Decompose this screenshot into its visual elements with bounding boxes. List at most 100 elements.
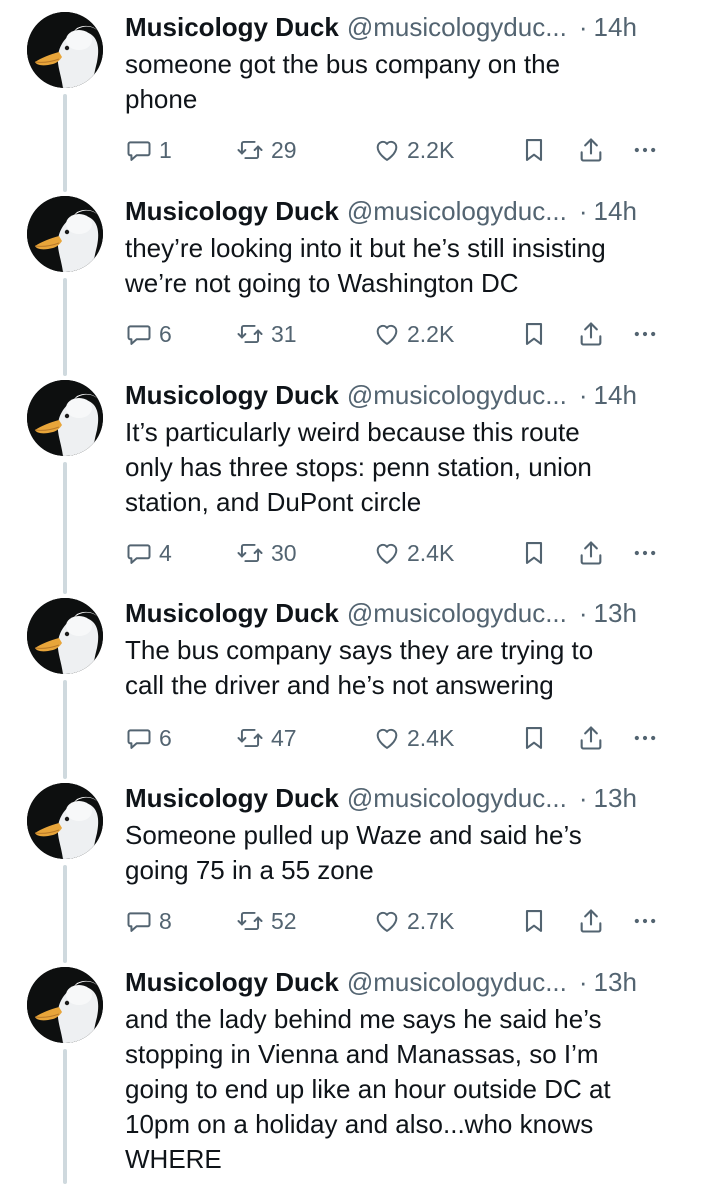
reply-icon (125, 724, 153, 752)
retweet-button[interactable]: 30 (235, 535, 297, 571)
reply-icon (125, 907, 153, 935)
tweet[interactable]: Musicology Duck @musicologyduc... · 14h … (0, 184, 701, 376)
author-name[interactable]: Musicology Duck (125, 965, 339, 999)
retweet-button[interactable]: 47 (235, 720, 297, 756)
like-count: 2.2K (407, 136, 455, 163)
separator-dot: · (578, 380, 588, 410)
more-button[interactable] (631, 316, 659, 352)
reply-icon (125, 539, 153, 567)
tweet-header: Musicology Duck @musicologyduc... · 14h (125, 10, 685, 44)
timestamp[interactable]: 14h (594, 378, 637, 412)
share-icon (577, 539, 605, 567)
tweet-content: Musicology Duck @musicologyduc... · 14h … (125, 10, 685, 117)
share-button[interactable] (577, 720, 605, 756)
bookmark-button[interactable] (521, 903, 547, 939)
more-button[interactable] (631, 720, 659, 756)
action-bar: 8 52 2.7K (125, 903, 685, 939)
action-bar: 4 30 2.4K (125, 535, 685, 571)
author-handle[interactable]: @musicologyduc... (347, 965, 567, 999)
retweet-button[interactable]: 31 (235, 316, 297, 352)
like-count: 2.2K (407, 320, 455, 347)
more-icon (631, 136, 659, 164)
author-handle[interactable]: @musicologyduc... (347, 596, 567, 630)
share-button[interactable] (577, 903, 605, 939)
bookmark-button[interactable] (521, 132, 547, 168)
tweet[interactable]: Musicology Duck @musicologyduc... · 14h … (0, 368, 701, 594)
retweet-button[interactable]: 52 (235, 903, 297, 939)
author-name[interactable]: Musicology Duck (125, 781, 339, 815)
tweet-text: they’re looking into it but he’s still i… (125, 233, 606, 298)
like-button[interactable]: 2.4K (373, 535, 454, 571)
thread: Musicology Duck @musicologyduc... · 14h … (0, 0, 701, 1200)
more-button[interactable] (631, 903, 659, 939)
like-button[interactable]: 2.4K (373, 720, 454, 756)
timestamp[interactable]: 14h (594, 10, 637, 44)
author-name[interactable]: Musicology Duck (125, 378, 339, 412)
bookmark-button[interactable] (521, 535, 547, 571)
separator-dot: · (578, 196, 588, 226)
tweet[interactable]: Musicology Duck @musicologyduc... · 14h … (0, 0, 701, 192)
retweet-button[interactable]: 29 (235, 132, 297, 168)
reply-count: 4 (159, 539, 172, 566)
more-icon (631, 907, 659, 935)
avatar[interactable] (27, 12, 103, 88)
author-handle[interactable]: @musicologyduc... (347, 378, 567, 412)
heart-icon (373, 136, 401, 164)
more-icon (631, 539, 659, 567)
timestamp[interactable]: 13h (594, 965, 637, 999)
tweet-header: Musicology Duck @musicologyduc... · 14h (125, 378, 685, 412)
tweet-text: and the lady behind me says he said he’s… (125, 1004, 611, 1174)
more-icon (631, 724, 659, 752)
avatar[interactable] (27, 783, 103, 859)
timestamp[interactable]: 13h (594, 781, 637, 815)
reply-button[interactable]: 6 (125, 316, 172, 352)
bookmark-button[interactable] (521, 720, 547, 756)
like-button[interactable]: 2.2K (373, 316, 454, 352)
reply-button[interactable]: 8 (125, 903, 172, 939)
tweet[interactable]: Musicology Duck @musicologyduc... · 13h … (0, 955, 701, 1200)
timestamp[interactable]: 14h (594, 194, 637, 228)
bookmark-icon (521, 539, 547, 567)
thread-line (63, 1049, 67, 1184)
avatar[interactable] (27, 598, 103, 674)
reply-button[interactable]: 6 (125, 720, 172, 756)
separator-dot: · (578, 12, 588, 42)
retweet-icon (235, 539, 265, 567)
share-button[interactable] (577, 535, 605, 571)
more-button[interactable] (631, 535, 659, 571)
author-name[interactable]: Musicology Duck (125, 194, 339, 228)
author-name[interactable]: Musicology Duck (125, 596, 339, 630)
timestamp[interactable]: 13h (594, 596, 637, 630)
tweet-content: Musicology Duck @musicologyduc... · 13h … (125, 596, 685, 703)
like-button[interactable]: 2.2K (373, 132, 454, 168)
reply-count: 6 (159, 320, 172, 347)
avatar[interactable] (27, 967, 103, 1043)
reply-count: 6 (159, 724, 172, 751)
thread-line (63, 278, 67, 376)
reply-count: 8 (159, 907, 172, 934)
avatar[interactable] (27, 196, 103, 272)
bookmark-icon (521, 907, 547, 935)
like-count: 2.4K (407, 724, 455, 751)
author-name[interactable]: Musicology Duck (125, 10, 339, 44)
avatar[interactable] (27, 380, 103, 456)
author-handle[interactable]: @musicologyduc... (347, 781, 567, 815)
more-button[interactable] (631, 132, 659, 168)
reply-icon (125, 320, 153, 348)
author-handle[interactable]: @musicologyduc... (347, 10, 567, 44)
like-button[interactable]: 2.7K (373, 903, 454, 939)
separator-dot: · (578, 783, 588, 813)
tweet-text: someone got the bus company on the phone (125, 49, 561, 114)
thread-line (63, 680, 67, 779)
bookmark-button[interactable] (521, 316, 547, 352)
tweet-header: Musicology Duck @musicologyduc... · 13h (125, 596, 685, 630)
share-button[interactable] (577, 132, 605, 168)
bookmark-icon (521, 724, 547, 752)
tweet-content: Musicology Duck @musicologyduc... · 14h … (125, 194, 685, 301)
reply-button[interactable]: 4 (125, 535, 172, 571)
tweet[interactable]: Musicology Duck @musicologyduc... · 13h … (0, 586, 701, 779)
share-button[interactable] (577, 316, 605, 352)
author-handle[interactable]: @musicologyduc... (347, 194, 567, 228)
tweet[interactable]: Musicology Duck @musicologyduc... · 13h … (0, 771, 701, 963)
reply-button[interactable]: 1 (125, 132, 172, 168)
